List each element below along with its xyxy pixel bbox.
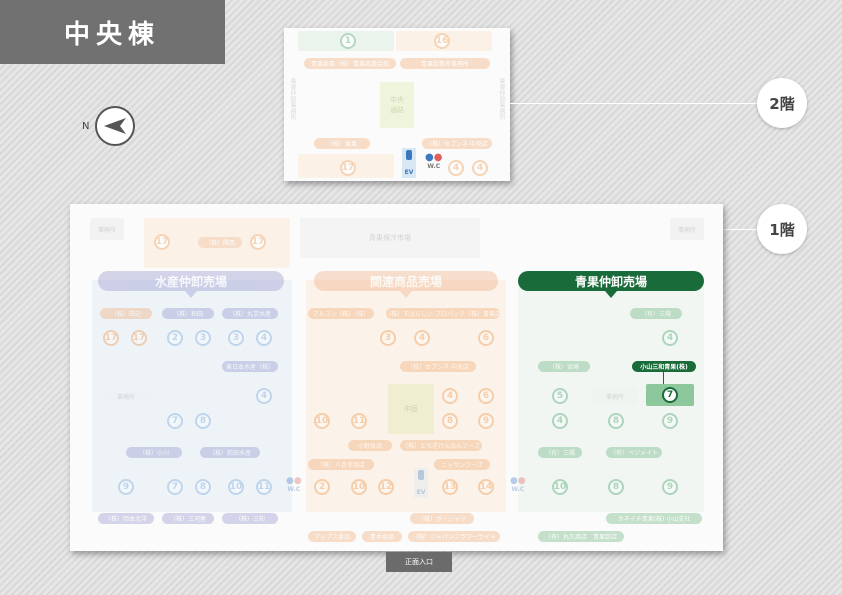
north-label: N xyxy=(82,120,90,132)
veg-num-9b: 9 xyxy=(662,479,678,495)
floor2-pill-bottom-right: （株）セブンネ 中央店 xyxy=(422,138,492,149)
floor-1-badge[interactable]: 1階 xyxy=(757,204,807,254)
highlight-stall[interactable]: 7 xyxy=(646,384,694,406)
floor2-elevator: EV xyxy=(402,148,416,178)
floor2-restroom: ●● W.C xyxy=(425,152,442,170)
veg-office: 事務所 xyxy=(592,386,638,406)
veg-num-8a: 8 xyxy=(608,413,624,429)
veg-pill-sanyo-top: （有）三陽 xyxy=(630,308,682,319)
floor-2-leader xyxy=(510,103,760,104)
highlight-leader xyxy=(663,372,664,384)
veg-num-4b: 4 xyxy=(552,413,568,429)
veg-pill-sanyo: （有）三陽 xyxy=(538,447,582,458)
veg-pill-miyazaki: （株）宮崎 xyxy=(538,361,590,372)
floor-2-map[interactable]: 1 16 青果商事（株）青果商業会館 青果卸業者事務所 青果仲卸事務所 青果仲卸… xyxy=(284,28,510,181)
veg-num-7-highlight: 7 xyxy=(662,387,678,403)
north-indicator: N xyxy=(82,106,136,146)
floor-2-badge[interactable]: 2階 xyxy=(757,78,807,128)
floor2-num-16: 16 xyxy=(434,33,450,49)
main-entrance-label: 正面入口 xyxy=(386,552,452,572)
floor2-side-right: 青果仲卸事務所 xyxy=(498,78,505,120)
elevator-icon xyxy=(406,150,412,160)
veg-pill-marukyu: （有）丸久商店 青果卸店 xyxy=(538,531,624,542)
north-arrow-icon xyxy=(104,118,127,134)
floor2-num-17: 17 xyxy=(340,160,356,176)
veg-num-9a: 9 xyxy=(662,413,678,429)
floor2-num-1: 1 xyxy=(340,33,356,49)
floor2-wc-label: W.C xyxy=(427,163,441,170)
floor2-num-4a: 4 xyxy=(448,160,464,176)
veg-num-8b: 8 xyxy=(608,479,624,495)
restroom-icon: ●● xyxy=(425,152,443,163)
floor2-num-4b: 4 xyxy=(472,160,488,176)
veg-num-10: 10 xyxy=(552,479,568,495)
highlight-vendor-pill[interactable]: 小山三和青果(株) xyxy=(632,361,696,372)
floor2-side-left: 青果仲卸事務所 xyxy=(289,78,296,120)
floor-1-leader xyxy=(722,229,762,230)
veg-num-4a: 4 xyxy=(662,330,678,346)
veg-num-5: 5 xyxy=(552,388,568,404)
building-title: 中央棟 xyxy=(0,0,225,64)
floor2-ev-label: EV xyxy=(404,169,414,176)
floor2-pill-office: 青果卸業者事務所 xyxy=(400,58,490,69)
floor2-pill-company: 青果商事（株）青果商業会館 xyxy=(304,58,396,69)
floor2-center: 中央 通路 xyxy=(380,82,414,128)
floor2-pill-bottom-left: （株）東果 xyxy=(314,138,370,149)
veg-pill-vegemate: （有）ベジメイト xyxy=(606,447,662,458)
veg-pill-kaneichi: カネイチ青果(株) 小山支社 xyxy=(606,513,702,524)
compass-icon xyxy=(95,106,136,146)
floor-1-map[interactable]: 事務所 17 （株）関西 17 青果保冷市場 事務所 水産仲卸売場 関連商品売場… xyxy=(70,204,723,551)
